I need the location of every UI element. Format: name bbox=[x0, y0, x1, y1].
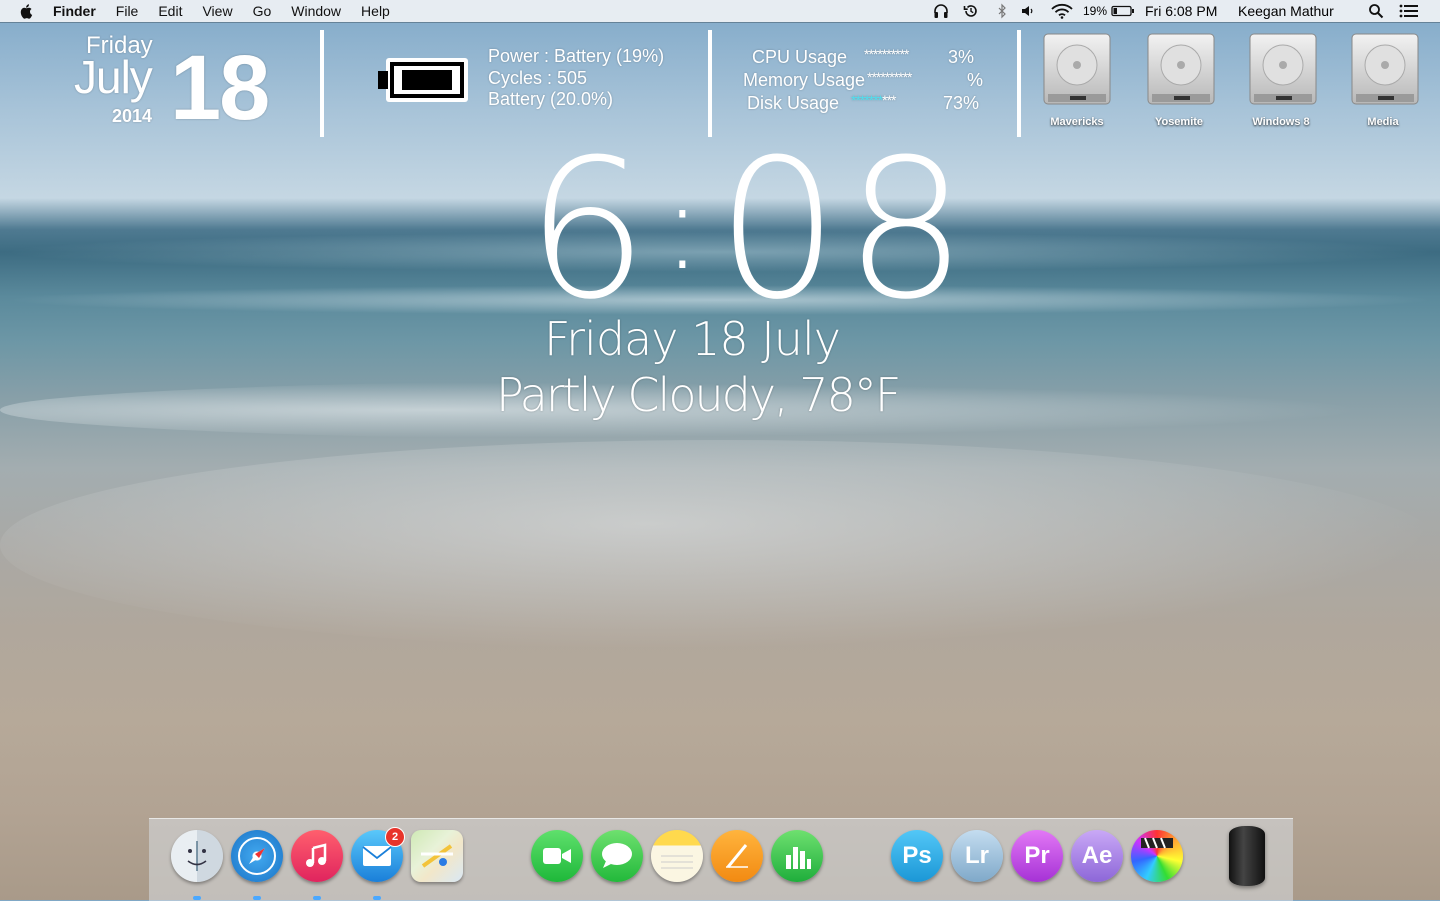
clock-minutes: 08 bbox=[716, 119, 973, 342]
memory-label: Memory Usage bbox=[743, 70, 866, 90]
cpu-value: 3% bbox=[948, 47, 975, 67]
date-year: 2014 bbox=[112, 106, 153, 126]
battery-percent: 19% bbox=[1083, 4, 1108, 18]
finder-icon[interactable] bbox=[171, 830, 223, 882]
disk-value: 73% bbox=[943, 93, 980, 113]
numbers-icon[interactable] bbox=[771, 830, 823, 882]
notification-center-icon[interactable] bbox=[1399, 3, 1419, 19]
widget-divider bbox=[320, 30, 324, 137]
menu-view[interactable]: View bbox=[202, 3, 232, 19]
menu-app-name[interactable]: Finder bbox=[53, 3, 96, 19]
notes-icon[interactable] bbox=[651, 830, 703, 882]
drive-label[interactable]: Media bbox=[1333, 116, 1433, 128]
battery-power: Power : Battery (19%) bbox=[488, 46, 665, 66]
running-indicator bbox=[253, 896, 261, 900]
facetime-icon[interactable] bbox=[531, 830, 583, 882]
clock-weather: Partly Cloudy, 78°F bbox=[496, 368, 901, 422]
hard-drive-icon[interactable] bbox=[1248, 32, 1318, 106]
maps-icon[interactable] bbox=[411, 830, 463, 882]
disk-bar-used: ******* bbox=[851, 92, 883, 108]
menu-edit[interactable]: Edit bbox=[158, 3, 182, 19]
date-month: July bbox=[74, 51, 153, 103]
pages-icon[interactable] bbox=[711, 830, 763, 882]
battery-icon[interactable] bbox=[1111, 3, 1135, 19]
battery-cycles: Cycles : 505 bbox=[488, 68, 588, 88]
aftereffects-icon[interactable]: Ae bbox=[1071, 830, 1123, 882]
cpu-label: CPU Usage bbox=[752, 47, 848, 67]
messages-icon[interactable] bbox=[591, 830, 643, 882]
disk-bar-free: *** bbox=[882, 92, 896, 108]
bluetooth-icon[interactable] bbox=[994, 3, 1010, 19]
photoshop-icon[interactable]: Ps bbox=[891, 830, 943, 882]
volume-icon[interactable] bbox=[1020, 3, 1036, 19]
menu-help[interactable]: Help bbox=[361, 3, 390, 19]
running-indicator bbox=[373, 896, 381, 900]
final-cut-icon[interactable] bbox=[1131, 830, 1183, 882]
hard-drive-icon[interactable] bbox=[1146, 32, 1216, 106]
drive-label[interactable]: Windows 8 bbox=[1231, 116, 1331, 128]
memory-value: % bbox=[967, 70, 984, 90]
widget-divider bbox=[1017, 30, 1021, 137]
spotlight-icon[interactable] bbox=[1368, 3, 1384, 19]
time-machine-icon[interactable] bbox=[963, 3, 979, 19]
widget-divider bbox=[708, 30, 712, 137]
menu-bar: Finder File Edit View Go Window Help bbox=[0, 0, 1440, 22]
disk-bar: ********** bbox=[851, 92, 897, 108]
hard-drive-icon[interactable] bbox=[1042, 32, 1112, 106]
disk-label: Disk Usage bbox=[747, 93, 840, 113]
drive-label[interactable]: Mavericks bbox=[1027, 116, 1127, 128]
safari-icon[interactable] bbox=[231, 830, 283, 882]
apple-icon[interactable] bbox=[19, 3, 35, 19]
date-day: 18 bbox=[170, 37, 270, 139]
menu-go[interactable]: Go bbox=[253, 3, 272, 19]
battery-widget-icon bbox=[378, 58, 468, 102]
cpu-bar: ********** bbox=[864, 46, 909, 62]
itunes-icon[interactable] bbox=[291, 830, 343, 882]
clock-date: Friday 18 July bbox=[544, 312, 841, 366]
menubar-clock[interactable]: Fri 6:08 PM bbox=[1145, 0, 1217, 22]
headphones-icon[interactable] bbox=[933, 3, 949, 19]
battery-health: Battery (20.0%) bbox=[488, 89, 614, 109]
lightroom-icon[interactable]: Lr bbox=[951, 830, 1003, 882]
wallpaper-foam bbox=[0, 440, 1440, 650]
drive-label[interactable]: Yosemite bbox=[1129, 116, 1229, 128]
user-name[interactable]: Keegan Mathur bbox=[1238, 0, 1334, 22]
battery-widget-fill bbox=[402, 70, 452, 90]
hard-drive-icon[interactable] bbox=[1350, 32, 1420, 106]
menu-file[interactable]: File bbox=[116, 3, 139, 19]
mail-badge: 2 bbox=[385, 827, 405, 847]
clock-hour: 6 bbox=[526, 119, 655, 342]
big-clock: 6:08 bbox=[526, 119, 967, 342]
wifi-icon[interactable] bbox=[1051, 3, 1073, 19]
running-indicator bbox=[193, 896, 201, 900]
menu-window[interactable]: Window bbox=[291, 3, 341, 19]
premiere-icon[interactable]: Pr bbox=[1011, 830, 1063, 882]
running-indicator bbox=[313, 896, 321, 900]
clock-colon: : bbox=[662, 158, 709, 297]
memory-bar: ********** bbox=[867, 69, 912, 85]
mac-pro-icon[interactable] bbox=[1229, 826, 1265, 886]
